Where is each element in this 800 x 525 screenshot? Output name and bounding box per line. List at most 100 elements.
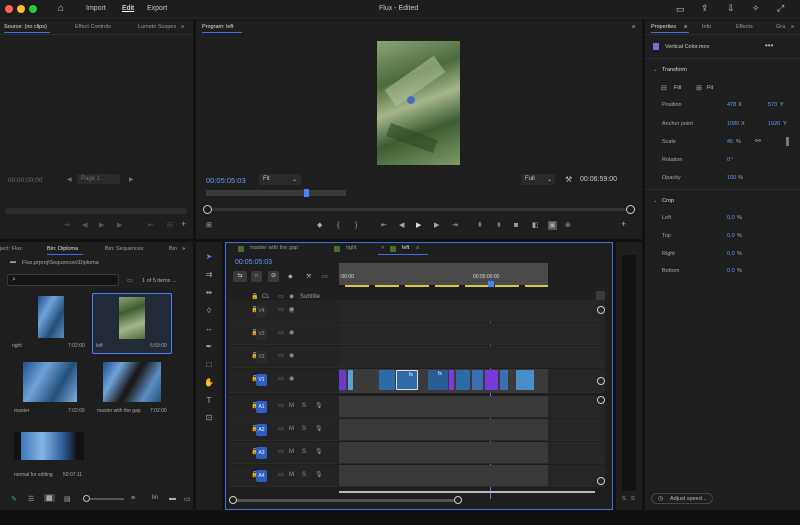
crop-bottom-value[interactable]: 0,0 bbox=[727, 268, 735, 274]
fill-icon[interactable]: ⊟ bbox=[661, 84, 667, 92]
search-input[interactable]: ⌕ bbox=[7, 274, 119, 286]
chevron-down-icon[interactable]: ⌄ bbox=[653, 67, 657, 73]
eye-icon[interactable]: ◉ bbox=[289, 353, 294, 359]
notifications-icon[interactable]: ✧ bbox=[752, 3, 760, 14]
share-icon[interactable]: ⇪ bbox=[701, 3, 709, 14]
lift-icon[interactable]: ⇞ bbox=[477, 222, 483, 229]
tab-left[interactable]: left bbox=[402, 245, 409, 251]
bin-item-name[interactable]: right bbox=[12, 343, 22, 349]
chevron-down-icon[interactable]: ⌄ bbox=[653, 198, 657, 204]
mark-in-icon[interactable]: { bbox=[337, 222, 339, 229]
workspace-icon[interactable]: ▭ bbox=[676, 4, 685, 15]
toggle-sync-icon[interactable]: ▭ bbox=[278, 330, 284, 336]
tab-bin-sequences[interactable]: Bin: Sequences bbox=[105, 246, 144, 252]
tab-effects[interactable]: Effects bbox=[736, 24, 753, 30]
bin-item-thumbnail[interactable] bbox=[14, 432, 84, 460]
vr-icon[interactable]: ⊛ bbox=[565, 222, 571, 229]
camera-icon[interactable]: ◙ bbox=[514, 222, 518, 229]
close-window-button[interactable] bbox=[5, 5, 13, 13]
wrench-icon[interactable]: ⚒ bbox=[565, 175, 572, 184]
extract-icon[interactable]: ⇟ bbox=[496, 222, 502, 229]
track-scroll-handle[interactable] bbox=[597, 396, 605, 404]
program-timecode[interactable]: 00:05:05:03 bbox=[206, 176, 246, 185]
page-select[interactable]: Page 1 bbox=[77, 174, 120, 184]
solo-left-button[interactable]: S bbox=[622, 496, 626, 502]
anchor-x-value[interactable]: 1080 bbox=[727, 121, 739, 127]
bin-item-name[interactable]: normal for editing bbox=[14, 472, 53, 478]
mute-button[interactable]: M bbox=[289, 426, 294, 432]
close-tab-icon[interactable]: × bbox=[381, 245, 384, 251]
rectangle-tool-icon[interactable]: □ bbox=[203, 359, 215, 371]
slip-tool-icon[interactable]: ↔ bbox=[203, 323, 215, 335]
mute-button[interactable]: M bbox=[289, 472, 294, 478]
video-clip[interactable] bbox=[472, 370, 483, 390]
go-to-out-icon[interactable]: ⇥ bbox=[452, 222, 458, 229]
add-button-icon[interactable]: + bbox=[621, 220, 626, 229]
tab-effect-controls[interactable]: Effect Controls bbox=[75, 24, 111, 30]
source-timecode[interactable]: 00;00;00;00 bbox=[8, 177, 42, 184]
video-clip[interactable] bbox=[348, 370, 353, 390]
home-icon[interactable]: ⌂ bbox=[58, 3, 70, 15]
fullscreen-icon[interactable]: ⤢ bbox=[777, 3, 784, 14]
track-target-v1[interactable]: V1 bbox=[256, 374, 267, 386]
type-tool-icon[interactable]: T bbox=[203, 395, 215, 407]
video-clip-selected[interactable]: fx bbox=[396, 370, 418, 390]
list-view-icon[interactable]: ☰ bbox=[28, 495, 34, 503]
more-options-icon[interactable]: ••• bbox=[765, 41, 773, 50]
tab-bin[interactable]: Bin bbox=[169, 246, 177, 252]
eye-icon[interactable]: ◉ bbox=[289, 330, 294, 336]
mark-out-icon[interactable]: } bbox=[355, 222, 357, 229]
tab-master-with-the-gap[interactable]: master with the gap bbox=[250, 245, 298, 251]
tab-project[interactable]: ject: Flux bbox=[0, 246, 22, 252]
new-folder-icon[interactable]: ▬ bbox=[169, 495, 176, 502]
video-clip[interactable] bbox=[379, 370, 395, 390]
eye-slash-icon[interactable]: ◉ bbox=[289, 307, 295, 313]
rotation-value[interactable]: 0 bbox=[727, 157, 730, 163]
bin-icon[interactable]: lin bbox=[152, 495, 158, 501]
tab-lumetri-scopes[interactable]: Lumetri Scopes bbox=[138, 24, 176, 30]
toggle-sync-icon[interactable]: ▭ bbox=[278, 376, 284, 382]
panel-overflow-icon[interactable]: » bbox=[791, 24, 794, 30]
mini-playhead[interactable] bbox=[304, 189, 309, 197]
solo-button[interactable]: S bbox=[302, 472, 306, 478]
bin-item-thumbnail[interactable] bbox=[23, 362, 77, 402]
bin-item-thumbnail[interactable] bbox=[38, 296, 64, 338]
video-clip[interactable] bbox=[449, 370, 454, 390]
multi-camera-icon[interactable]: ▣ bbox=[548, 221, 557, 230]
sort-icon[interactable]: ≡ bbox=[131, 495, 135, 502]
thumbnail-size-slider[interactable] bbox=[83, 495, 124, 502]
toggle-sync-icon[interactable]: ▭ bbox=[278, 403, 284, 409]
settings-icon[interactable]: ⊞ bbox=[206, 222, 212, 229]
mute-button[interactable]: M bbox=[289, 449, 294, 455]
track-target-a1[interactable]: A1 bbox=[256, 401, 267, 413]
adjust-speed-button[interactable]: ◷ Adjust speed... bbox=[651, 493, 713, 504]
microphone-icon[interactable]: 🎙 bbox=[315, 403, 323, 409]
solo-button[interactable]: S bbox=[302, 449, 306, 455]
tab-properties[interactable]: Properties bbox=[651, 24, 676, 30]
microphone-icon[interactable]: 🎙 bbox=[315, 426, 323, 432]
bin-item-name[interactable]: master bbox=[14, 408, 29, 414]
track-select-tool-icon[interactable]: ⇉ bbox=[203, 269, 215, 281]
insert-icon[interactable]: ⇤ bbox=[148, 222, 154, 229]
video-clip[interactable] bbox=[339, 370, 346, 390]
freeform-view-icon[interactable]: ▤ bbox=[64, 495, 71, 503]
crop-top-value[interactable]: 0,0 bbox=[727, 233, 735, 239]
toggle-sync-icon[interactable]: ▭ bbox=[278, 307, 284, 313]
toggle-sync-icon[interactable]: ▭ bbox=[278, 426, 284, 432]
zoom-select[interactable]: Fit ⌄ bbox=[259, 174, 301, 185]
add-marker-icon[interactable]: ◆ bbox=[288, 273, 293, 280]
add-marker-icon[interactable]: ◆ bbox=[317, 222, 322, 229]
menu-edit[interactable]: Edit bbox=[122, 5, 134, 12]
solo-button[interactable]: S bbox=[302, 403, 306, 409]
eye-icon[interactable]: ◉ bbox=[289, 376, 294, 382]
anchor-y-value[interactable]: 1920 bbox=[768, 121, 780, 127]
caption-tool-icon[interactable]: ⊡ bbox=[203, 412, 215, 424]
bin-item-thumbnail[interactable] bbox=[103, 362, 161, 402]
insert-sequence-icon[interactable]: ⇆ bbox=[233, 271, 247, 282]
source-scrollbar[interactable] bbox=[5, 208, 187, 214]
timeline-scrollbar[interactable] bbox=[229, 496, 462, 504]
crop-right-value[interactable]: 0,0 bbox=[727, 251, 735, 257]
scroll-indicator[interactable] bbox=[786, 137, 789, 146]
microphone-icon[interactable]: 🎙 bbox=[315, 449, 323, 455]
tab-menu-icon[interactable]: ≡ bbox=[416, 245, 419, 251]
